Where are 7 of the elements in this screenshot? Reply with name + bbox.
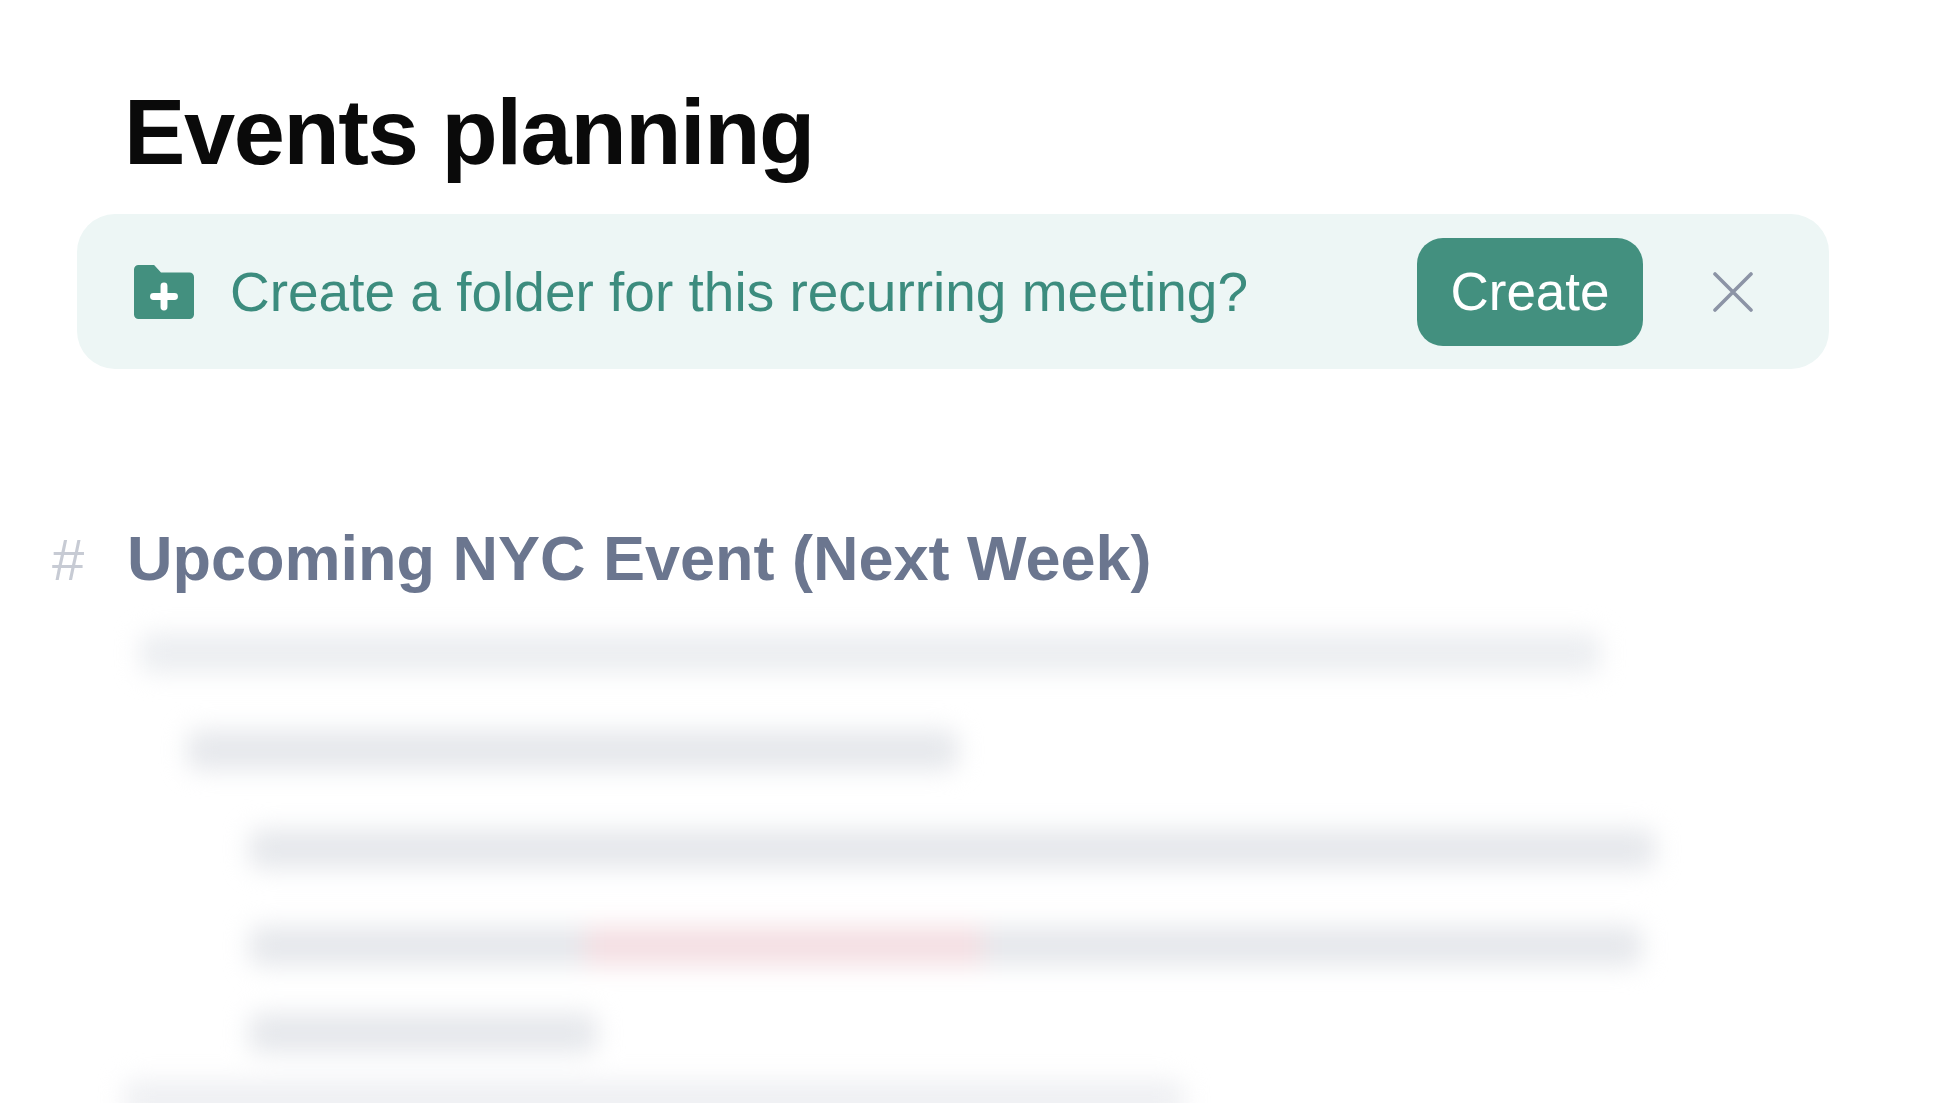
heading-marker: #: [52, 526, 86, 594]
folder-plus-icon: [134, 263, 194, 320]
section-heading: Upcoming NYC Event (Next Week): [127, 522, 1152, 595]
page-title: Events planning: [124, 80, 814, 185]
create-button[interactable]: Create: [1417, 237, 1643, 346]
close-icon[interactable]: [1713, 271, 1753, 312]
banner-message: Create a folder for this recurring meeting?: [230, 259, 1248, 325]
